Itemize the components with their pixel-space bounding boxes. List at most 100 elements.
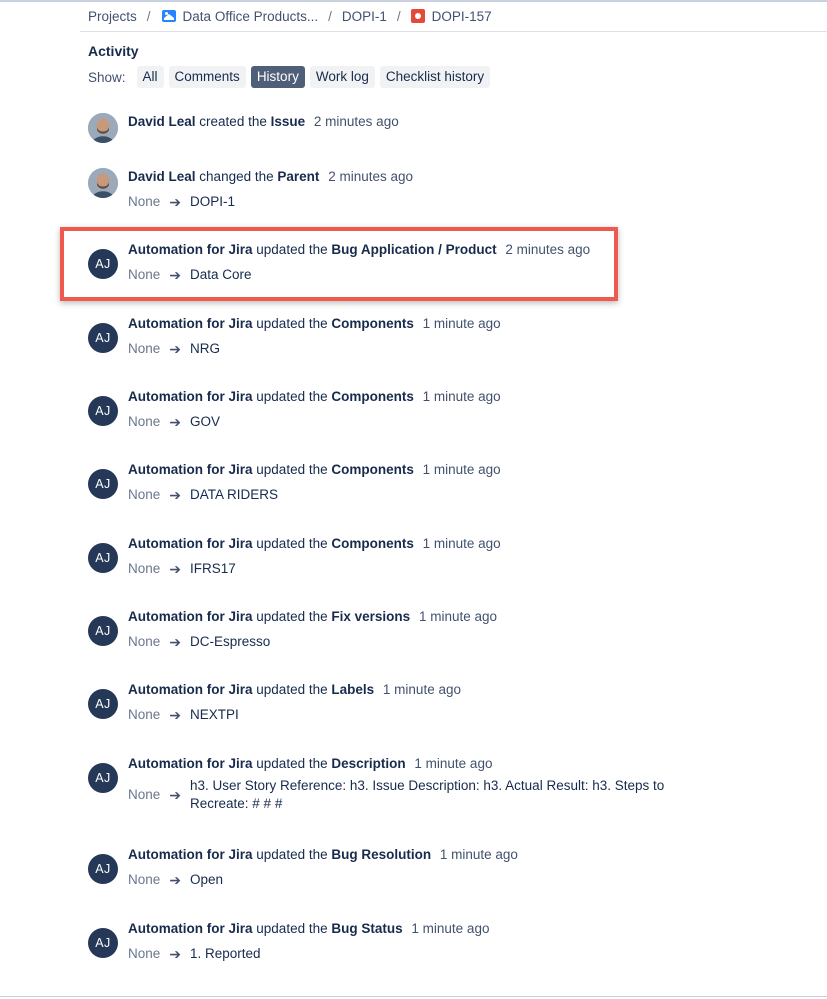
bug-icon xyxy=(410,9,425,23)
highlight-box xyxy=(60,227,618,301)
new-value: NEXTPI xyxy=(190,707,239,722)
new-value: DATA RIDERS xyxy=(190,487,279,502)
old-value: None xyxy=(128,634,161,649)
old-value: None xyxy=(128,561,161,576)
entry-summary: Automation for Jira updated the Labels 1… xyxy=(128,681,461,699)
arrow-right-icon: ➔ xyxy=(169,946,182,962)
arrow-right-icon: ➔ xyxy=(169,872,182,888)
old-value: None xyxy=(128,341,161,356)
old-value: None xyxy=(128,194,161,209)
new-value: DOPI-1 xyxy=(190,194,236,209)
arrow-right-icon: ➔ xyxy=(169,487,182,503)
breadcrumb-separator: / xyxy=(328,8,332,24)
author-name[interactable]: Automation for Jira xyxy=(128,462,253,477)
avatar[interactable]: AJ xyxy=(88,543,118,573)
breadcrumb-parent[interactable]: DOPI-1 xyxy=(342,9,387,24)
tab-history[interactable]: History xyxy=(250,66,305,88)
timestamp[interactable]: 1 minute ago xyxy=(419,609,497,624)
timestamp[interactable]: 2 minutes ago xyxy=(314,114,399,129)
avatar[interactable]: AJ xyxy=(88,763,118,793)
old-value: None xyxy=(128,946,161,961)
action-text: updated the xyxy=(256,536,328,551)
author-name[interactable]: Automation for Jira xyxy=(128,847,253,862)
timestamp[interactable]: 2 minutes ago xyxy=(328,169,413,184)
arrow-right-icon: ➔ xyxy=(169,707,182,723)
author-name[interactable]: Automation for Jira xyxy=(128,316,253,331)
change-row: None ➔ 1. Reported xyxy=(128,945,261,963)
change-row: None ➔ Open xyxy=(128,871,223,889)
author-name[interactable]: David Leal xyxy=(128,114,196,129)
breadcrumb-project[interactable]: Data Office Products... xyxy=(183,9,319,24)
arrow-right-icon: ➔ xyxy=(169,341,182,357)
timestamp[interactable]: 1 minute ago xyxy=(440,847,518,862)
avatar[interactable]: AJ xyxy=(88,396,118,426)
timestamp[interactable]: 1 minute ago xyxy=(383,682,461,697)
entry-summary: Automation for Jira updated the Componen… xyxy=(128,388,501,406)
field-name: Labels xyxy=(331,682,375,697)
old-value: None xyxy=(128,707,161,722)
activity-title: Activity xyxy=(88,43,139,59)
author-name[interactable]: Automation for Jira xyxy=(128,756,253,771)
entry-summary: Automation for Jira updated the Bug Stat… xyxy=(128,920,489,938)
avatar[interactable]: AJ xyxy=(88,928,118,958)
arrow-right-icon: ➔ xyxy=(169,787,182,803)
field-name: Description xyxy=(331,756,406,771)
tab-comments[interactable]: Comments xyxy=(168,66,246,88)
entry-summary: David Leal changed the Parent 2 minutes … xyxy=(128,168,413,186)
tab-work-log[interactable]: Work log xyxy=(309,66,375,88)
new-value: h3. User Story Reference: h3. Issue Desc… xyxy=(190,778,665,811)
timestamp[interactable]: 1 minute ago xyxy=(411,921,489,936)
change-row: None ➔ DOPI-1 xyxy=(128,193,235,211)
user-avatar-photo[interactable] xyxy=(88,113,118,143)
change-row: None ➔ NEXTPI xyxy=(128,706,239,724)
arrow-right-icon: ➔ xyxy=(169,634,182,650)
action-text: updated the xyxy=(256,921,328,936)
change-row: None ➔ NRG xyxy=(128,340,220,358)
timestamp[interactable]: 1 minute ago xyxy=(423,389,501,404)
breadcrumb-projects[interactable]: Projects xyxy=(88,9,137,24)
author-name[interactable]: Automation for Jira xyxy=(128,389,253,404)
timestamp[interactable]: 1 minute ago xyxy=(414,756,492,771)
field-name: Bug Resolution xyxy=(331,847,432,862)
author-name[interactable]: Automation for Jira xyxy=(128,609,253,624)
field-name: Components xyxy=(331,389,414,404)
author-name[interactable]: Automation for Jira xyxy=(128,682,253,697)
action-text: created the xyxy=(199,114,267,129)
field-name: Bug Status xyxy=(331,921,403,936)
author-name[interactable]: Automation for Jira xyxy=(128,921,253,936)
change-row: None ➔ DATA RIDERS xyxy=(128,486,278,504)
field-name: Parent xyxy=(277,169,320,184)
avatar[interactable]: AJ xyxy=(88,469,118,499)
arrow-right-icon: ➔ xyxy=(169,561,182,577)
tab-checklist-history[interactable]: Checklist history xyxy=(379,66,491,88)
action-text: updated the xyxy=(256,847,328,862)
author-name[interactable]: Automation for Jira xyxy=(128,536,253,551)
new-value: DC-Espresso xyxy=(190,634,271,649)
user-avatar-photo[interactable] xyxy=(88,168,118,198)
tab-all[interactable]: All xyxy=(136,66,164,88)
avatar[interactable]: AJ xyxy=(88,854,118,884)
timestamp[interactable]: 1 minute ago xyxy=(423,536,501,551)
entry-summary: Automation for Jira updated the Componen… xyxy=(128,461,501,479)
avatar[interactable]: AJ xyxy=(88,616,118,646)
author-name[interactable]: David Leal xyxy=(128,169,196,184)
timestamp[interactable]: 1 minute ago xyxy=(423,462,501,477)
old-value: None xyxy=(128,787,161,802)
breadcrumb-separator: / xyxy=(146,8,151,24)
change-row: None ➔ DC-Espresso xyxy=(128,633,270,651)
header-divider xyxy=(80,31,827,32)
avatar[interactable]: AJ xyxy=(88,323,118,353)
avatar[interactable]: AJ xyxy=(88,689,118,719)
bottom-border xyxy=(0,996,827,997)
change-row: None ➔ GOV xyxy=(128,413,220,431)
entry-summary: Automation for Jira updated the Bug Reso… xyxy=(128,846,518,864)
field-name: Components xyxy=(331,536,414,551)
action-text: updated the xyxy=(256,609,328,624)
timestamp[interactable]: 1 minute ago xyxy=(423,316,501,331)
field-name: Fix versions xyxy=(331,609,411,624)
change-row: None ➔ IFRS17 xyxy=(128,560,236,578)
breadcrumb-issue[interactable]: DOPI-157 xyxy=(432,9,492,24)
new-value: IFRS17 xyxy=(190,561,236,576)
activity-filter: Show: All Comments History Work log Chec… xyxy=(88,66,495,88)
old-value: None xyxy=(128,414,161,429)
